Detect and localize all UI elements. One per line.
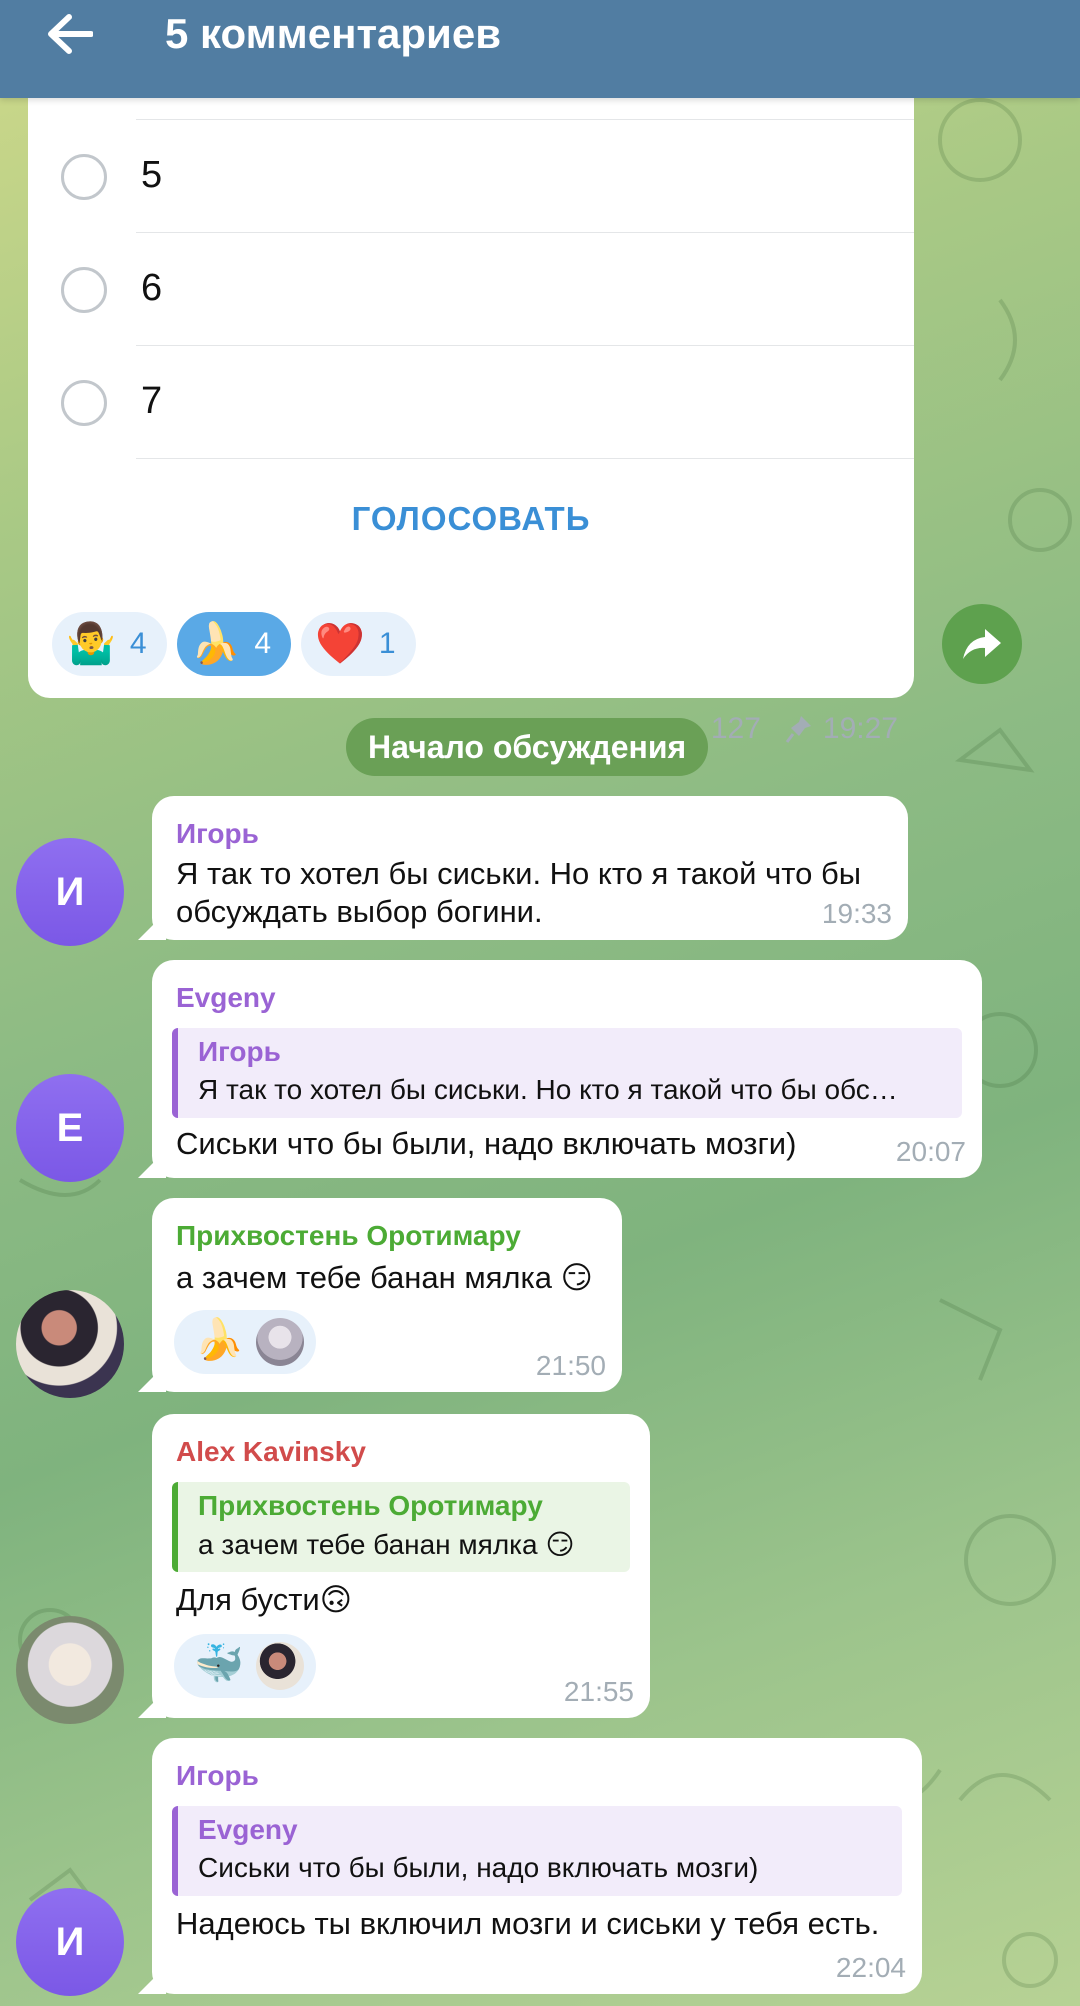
quote-text: Я так то хотел бы сиськи. Но кто я такой… [198, 1074, 898, 1105]
sender-name[interactable]: Прихвостень Оротимару [176, 1220, 521, 1252]
sender-name[interactable]: Игорь [176, 818, 259, 850]
message-bubble[interactable]: Игорь Я так то хотел бы сиськи. Но кто я… [138, 796, 908, 940]
divider [136, 458, 914, 459]
bubble-tail [138, 1690, 166, 1718]
message-text: Сиськи что бы были, надо включать мозги) [176, 1126, 797, 1161]
bubble-tail [138, 912, 166, 940]
poll-option-label: 6 [141, 267, 163, 309]
message-time: 22:04 [835, 1952, 906, 1983]
message-time: 21:55 [563, 1676, 634, 1707]
message-time: 19:33 [821, 898, 892, 929]
quote-sender: Игорь [198, 1036, 281, 1067]
message-text: Я так то хотел бы сиськи. Но кто я такой… [176, 856, 861, 891]
radio-icon[interactable] [61, 154, 107, 200]
reply-quote[interactable]: Прихвостень Оротимару а зачем тебе банан… [172, 1482, 630, 1572]
sender-name[interactable]: Alex Kavinsky [176, 1436, 366, 1468]
view-count: 127 [710, 712, 761, 745]
quote-text: Сиськи что бы были, надо включать мозги) [198, 1852, 759, 1883]
avatar-letter: И [55, 1919, 85, 1964]
sender-name[interactable]: Evgeny [176, 982, 276, 1014]
whale-emoji-icon: 🐳 [194, 1642, 244, 1686]
avatar[interactable]: E [16, 1074, 124, 1182]
message-text: а зачем тебе банан мялка 😏 [176, 1260, 593, 1295]
message-text: Надеюсь ты включил мозги и сиськи у тебя… [176, 1906, 880, 1941]
bubble-tail [138, 1150, 166, 1178]
avatar[interactable]: И [16, 838, 124, 946]
avatar-letter: И [55, 869, 85, 914]
reactor-avatar [256, 1318, 304, 1366]
reply-quote[interactable]: Игорь Я так то хотел бы сиськи. Но кто я… [172, 1028, 962, 1118]
discussion-start-label: Начало обсуждения [346, 718, 709, 776]
reaction-chip[interactable]: 🤷‍♂️ 4 [52, 612, 167, 676]
sender-name[interactable]: Игорь [176, 1760, 259, 1792]
poll-option[interactable]: 5 [28, 120, 914, 233]
poll-option[interactable]: 6 [28, 233, 914, 346]
message-bubble[interactable]: Игорь Evgeny Сиськи что бы были, надо вк… [138, 1738, 922, 1994]
avatar[interactable] [16, 1290, 124, 1398]
message-text: Для бусти🙃 [176, 1582, 353, 1617]
bubble-tail [138, 1966, 166, 1994]
reactions-bar: 🤷‍♂️ 4 🍌 4 ❤️ 1 [52, 612, 416, 676]
share-button[interactable] [942, 604, 1022, 684]
poll-message: 4 5 6 7 ГОЛОСОВАТЬ 🤷‍♂️ 4 🍌 4 ❤️ 1 [28, 41, 914, 745]
vote-button[interactable]: ГОЛОСОВАТЬ [28, 500, 914, 538]
reaction-count: 4 [254, 627, 271, 660]
message-bubble[interactable]: Прихвостень Оротимару а зачем тебе банан… [138, 1198, 622, 1392]
quote-sender: Прихвостень Оротимару [198, 1490, 543, 1521]
page-title: 5 комментариев [165, 10, 502, 57]
avatar-letter: E [56, 1105, 84, 1150]
arrow-left-icon [48, 14, 93, 54]
radio-icon[interactable] [61, 267, 107, 313]
bubble-tail [138, 1364, 166, 1392]
share-arrow-icon [963, 629, 1001, 659]
avatar[interactable]: И [16, 1888, 124, 1996]
poll-option[interactable]: 7 [28, 346, 914, 459]
back-button[interactable] [0, 0, 140, 83]
message-time: 21:50 [535, 1350, 606, 1381]
reaction-chip[interactable]: ❤️ 1 [301, 612, 416, 676]
heart-emoji-icon: ❤️ [315, 622, 365, 666]
poll-option-label: 5 [141, 154, 163, 196]
reaction-chip[interactable]: 🐳 [174, 1634, 316, 1698]
shrug-emoji-icon: 🤷‍♂️ [66, 622, 116, 666]
reaction-chip[interactable]: 🍌 4 [176, 612, 291, 676]
message-bubble[interactable]: Alex Kavinsky Прихвостень Оротимару а за… [138, 1414, 650, 1718]
message-time: 20:07 [895, 1136, 966, 1167]
message-time: 19:27 [822, 712, 898, 745]
reply-quote[interactable]: Evgeny Сиськи что бы были, надо включать… [172, 1806, 902, 1896]
reactor-avatar [256, 1642, 304, 1690]
message-text: обсуждать выбор богини. [176, 894, 543, 929]
poll-option-label: 7 [141, 380, 163, 422]
banana-emoji-icon: 🍌 [194, 1318, 244, 1362]
quote-sender: Evgeny [198, 1814, 298, 1845]
banana-emoji-icon: 🍌 [190, 622, 241, 666]
quote-text: а зачем тебе банан мялка 😏 [198, 1529, 575, 1560]
reaction-chip[interactable]: 🍌 [174, 1310, 316, 1374]
reaction-count: 4 [129, 627, 147, 660]
top-bar: 5 комментариев [0, 0, 1080, 98]
radio-icon[interactable] [61, 380, 107, 426]
message-bubble[interactable]: Evgeny Игорь Я так то хотел бы сиськи. Н… [138, 960, 982, 1178]
pin-icon [785, 716, 811, 743]
avatar[interactable] [16, 1616, 124, 1724]
reaction-count: 1 [378, 627, 396, 660]
